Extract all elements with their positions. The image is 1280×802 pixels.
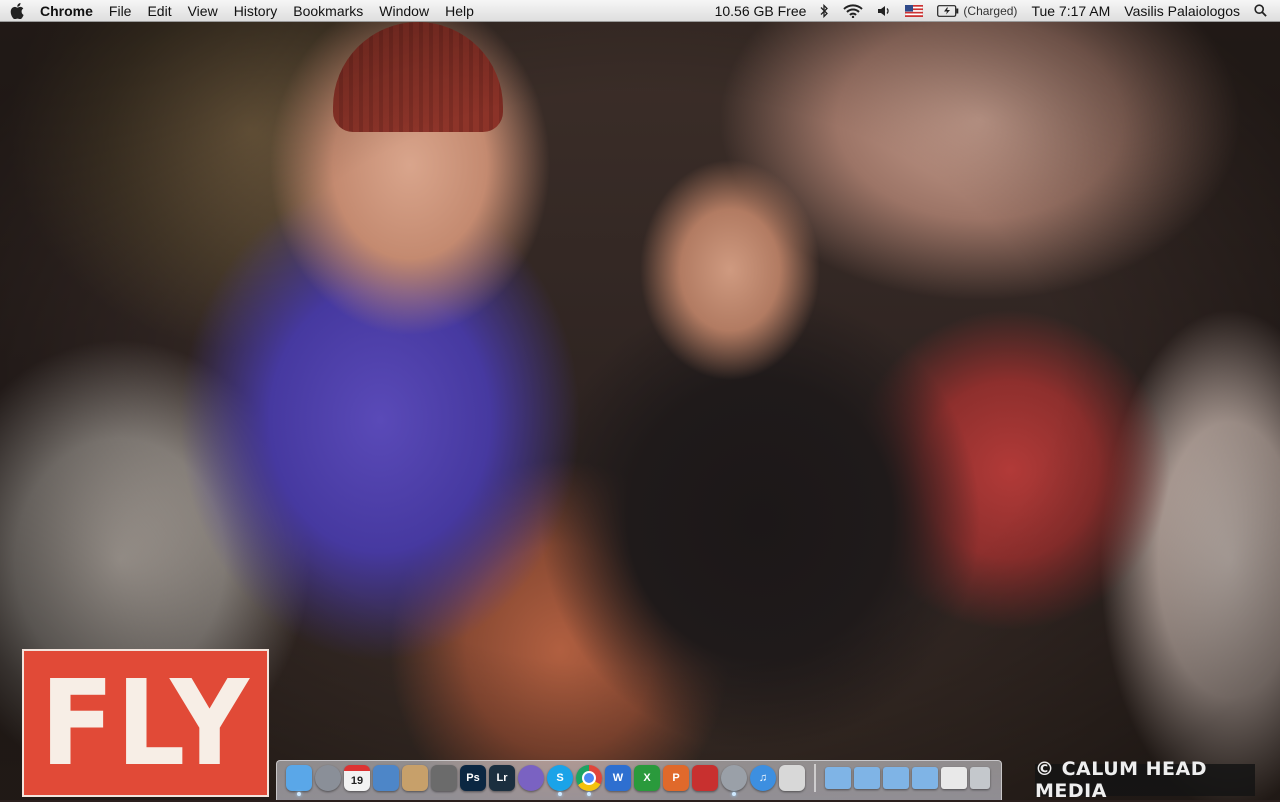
menu-help[interactable]: Help <box>437 0 482 21</box>
menu-file[interactable]: File <box>101 0 140 21</box>
calendar-dock-icon[interactable]: 19 <box>344 765 370 791</box>
battery-status[interactable]: (Charged) <box>930 0 1024 21</box>
menu-bookmarks[interactable]: Bookmarks <box>285 0 371 21</box>
apple-icon <box>10 2 24 19</box>
bluetooth-status[interactable] <box>813 0 836 21</box>
downloads-stack-dock-icon[interactable] <box>941 767 967 789</box>
volume-icon <box>877 5 891 17</box>
disk-free-status[interactable]: 10.56 GB Free <box>708 0 814 21</box>
applications-folder-dock-icon[interactable] <box>825 767 851 789</box>
spotlight-button[interactable] <box>1247 0 1274 21</box>
user-name-menu[interactable]: Vasilis Palaiologos <box>1117 0 1247 21</box>
photo-booth-dock-icon[interactable] <box>431 765 457 791</box>
system-app-dock-icon[interactable] <box>779 765 805 791</box>
app-menu-chrome[interactable]: Chrome <box>34 0 101 21</box>
search-icon <box>1254 4 1267 17</box>
bluetooth-icon <box>820 3 829 18</box>
running-indicator <box>558 792 562 796</box>
word-dock-icon[interactable]: W <box>605 765 631 791</box>
us-flag-icon <box>905 4 924 17</box>
documents-folder-dock-icon[interactable] <box>854 767 880 789</box>
menu-edit[interactable]: Edit <box>139 0 179 21</box>
preview-dock-icon[interactable] <box>373 765 399 791</box>
contacts-dock-icon[interactable] <box>402 765 428 791</box>
input-source-status[interactable] <box>898 0 930 21</box>
menu-bar-extras: 10.56 GB Free (Charged) Tue 7:17 AM Vasi… <box>708 0 1280 21</box>
powerpoint-dock-label: P <box>672 772 680 784</box>
running-indicator <box>587 792 591 796</box>
chrome-dock-icon[interactable] <box>576 765 602 796</box>
menu-window[interactable]: Window <box>371 0 437 21</box>
itunes-dock-icon[interactable]: ♫ <box>750 765 776 791</box>
music-folder-dock-icon[interactable] <box>883 767 909 789</box>
lightroom-dock-label: Lr <box>496 772 508 784</box>
itunes-dock-label: ♫ <box>758 772 768 784</box>
photo-credit-watermark: © CALUM HEAD MEDIA <box>1035 758 1255 802</box>
launchpad-dock-icon[interactable] <box>315 765 341 791</box>
filezilla-dock-icon[interactable] <box>692 765 718 791</box>
lightroom-dock-icon[interactable]: Lr <box>489 765 515 791</box>
disk-utility-dock-icon[interactable] <box>721 765 747 796</box>
menu-history[interactable]: History <box>226 0 286 21</box>
clock[interactable]: Tue 7:17 AM <box>1024 0 1117 21</box>
skype-dock-label: S <box>556 772 564 784</box>
dock-items: 19 Ps Lr S W X P ♫ <box>286 763 990 796</box>
apple-menu[interactable] <box>0 0 34 21</box>
battery-icon <box>937 4 959 17</box>
photoshop-dock-icon[interactable]: Ps <box>460 765 486 791</box>
menu-bar-left: Chrome File Edit View History Bookmarks … <box>0 0 482 21</box>
finder-dock-icon[interactable] <box>286 765 312 796</box>
running-indicator <box>297 792 301 796</box>
calendar-dock-label: 19 <box>350 775 364 787</box>
disc-app-dock-icon[interactable] <box>518 765 544 791</box>
skype-dock-icon[interactable]: S <box>547 765 573 796</box>
fly-logo-text: FLY <box>40 654 251 792</box>
powerpoint-dock-icon[interactable]: P <box>663 765 689 791</box>
excel-dock-label: X <box>643 772 651 784</box>
photoshop-dock-label: Ps <box>466 772 480 784</box>
volume-status[interactable] <box>870 0 898 21</box>
trash-dock-icon[interactable] <box>970 767 990 789</box>
menu-bar: Chrome File Edit View History Bookmarks … <box>0 0 1280 22</box>
dock-separator <box>814 764 816 792</box>
running-indicator <box>732 792 736 796</box>
wifi-status[interactable] <box>836 0 870 21</box>
pictures-folder-dock-icon[interactable] <box>912 767 938 789</box>
battery-label: (Charged) <box>963 3 1018 18</box>
menu-view[interactable]: View <box>180 0 226 21</box>
wifi-icon <box>843 3 864 18</box>
excel-dock-icon[interactable]: X <box>634 765 660 791</box>
fly-logo: FLY <box>22 649 269 797</box>
word-dock-label: W <box>612 772 624 784</box>
